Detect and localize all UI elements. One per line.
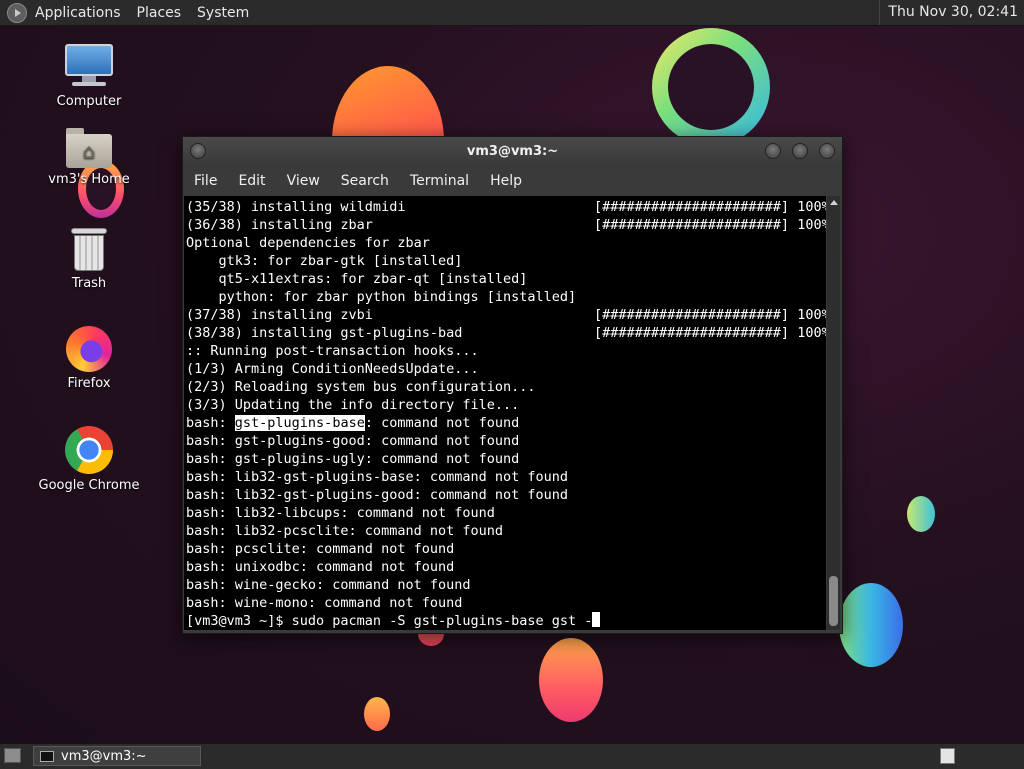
firefox-icon (66, 326, 112, 372)
minimize-icon[interactable] (765, 143, 781, 159)
terminal-line: bash: wine-mono: command not found (186, 595, 463, 611)
maximize-icon[interactable] (792, 143, 808, 159)
menu-help[interactable]: Help (490, 173, 522, 189)
terminal-line: bash: unixodbc: command not found (186, 559, 455, 575)
terminal-line: bash: pcsclite: command not found (186, 541, 455, 557)
wallpaper-small-blob (364, 697, 390, 731)
terminal-line: bash: lib32-libcups: command not found (186, 505, 495, 521)
menu-file[interactable]: File (194, 173, 217, 189)
desktop-icon-firefox[interactable]: Firefox (29, 326, 149, 391)
menu-system[interactable]: System (197, 5, 249, 21)
menu-places[interactable]: Places (137, 5, 182, 21)
taskbar-label: vm3@vm3:~ (61, 748, 147, 764)
computer-icon (64, 44, 114, 90)
wallpaper-ring-large (652, 28, 770, 146)
window-title: vm3@vm3:~ (466, 144, 559, 159)
menu-applications[interactable]: Applications (35, 5, 121, 21)
desktop-icon-label: Firefox (67, 376, 111, 391)
home-folder-icon: ⌂ (66, 128, 112, 168)
wallpaper-teal-blob (907, 496, 935, 532)
terminal-menubar: File Edit View Search Terminal Help (183, 167, 842, 195)
terminal-line: bash: lib32-gst-plugins-base: command no… (186, 469, 569, 485)
clock[interactable]: Thu Nov 30, 02:41 (879, 0, 1024, 25)
terminal-line: (1/3) Arming ConditionNeedsUpdate... (186, 361, 479, 377)
chrome-icon (65, 426, 113, 474)
terminal-line: bash: lib32-pcsclite: command not found (186, 523, 503, 539)
terminal-line: bash: gst-plugins-base: command not foun… (186, 414, 519, 432)
workspace-switcher[interactable] (940, 748, 955, 764)
terminal-line: (36/38) installing zbar (186, 217, 373, 233)
desktop-icon-trash[interactable]: Trash (29, 228, 149, 291)
command-prompt[interactable]: [vm3@vm3 ~]$ sudo pacman -S gst-plugins-… (186, 612, 601, 630)
wallpaper-blue-blob (839, 583, 903, 667)
menu-view[interactable]: View (287, 173, 320, 189)
terminal-line: bash: gst-plugins-ugly: command not foun… (186, 451, 520, 467)
terminal-scrollbar[interactable] (827, 196, 840, 630)
menu-search[interactable]: Search (341, 173, 389, 189)
progress-indicator: [######################] 100% (594, 199, 826, 215)
text-cursor (592, 612, 601, 627)
desktop-icon-label: Google Chrome (38, 478, 140, 493)
desktop-icon-chrome[interactable]: Google Chrome (29, 426, 149, 493)
progress-indicator: [######################] 100% (594, 307, 826, 323)
top-panel: Applications Places System Thu Nov 30, 0… (0, 0, 1024, 26)
terminal-line: (37/38) installing zvbi (186, 307, 373, 323)
scrollbar-thumb[interactable] (829, 576, 838, 626)
terminal-icon (40, 750, 54, 762)
desktop-icon-label: Trash (71, 276, 107, 291)
terminal-line: (35/38) installing wildmidi (186, 199, 406, 215)
wallpaper-pink-blob (539, 638, 603, 722)
prompt-text: [vm3@vm3 ~]$ sudo pacman -S gst-plugins-… (186, 613, 593, 629)
terminal-line-prefix: bash: (186, 415, 235, 431)
terminal-line: bash: gst-plugins-good: command not foun… (186, 433, 520, 449)
desktop-icon-label: Computer (56, 94, 122, 109)
terminal-line: bash: lib32-gst-plugins-good: command no… (186, 487, 569, 503)
taskbar-terminal-button[interactable]: vm3@vm3:~ (33, 746, 201, 766)
show-desktop-icon[interactable] (4, 748, 21, 763)
close-icon[interactable] (819, 143, 835, 159)
terminal-line: :: Running post-transaction hooks... (186, 343, 479, 359)
terminal-line: bash: wine-gecko: command not found (186, 577, 471, 593)
desktop-icon-label: vm3's Home (48, 172, 130, 187)
desktop-icon-computer[interactable]: Computer (29, 44, 149, 109)
progress-indicator: [######################] 100% (594, 217, 826, 233)
terminal-window: vm3@vm3:~ File Edit View Search Terminal… (182, 136, 843, 634)
terminal-line: (38/38) installing gst-plugins-bad (186, 325, 463, 341)
selected-text[interactable]: gst-plugins-base (234, 415, 365, 431)
terminal-output[interactable]: (35/38) installing wildmidi [############… (184, 196, 826, 630)
desktop-icon-home[interactable]: ⌂ vm3's Home (29, 128, 149, 187)
terminal-line: (3/3) Updating the info directory file..… (186, 397, 520, 413)
window-titlebar[interactable]: vm3@vm3:~ (183, 137, 842, 167)
menu-terminal[interactable]: Terminal (410, 173, 469, 189)
terminal-line: qt5-x11extras: for zbar-qt [installed] (186, 271, 528, 287)
menu-edit[interactable]: Edit (238, 173, 265, 189)
trash-icon (71, 228, 107, 272)
terminal-line: (2/3) Reloading system bus configuration… (186, 379, 536, 395)
bottom-panel: vm3@vm3:~ (0, 743, 1024, 769)
terminal-line: python: for zbar python bindings [instal… (186, 289, 577, 305)
distro-logo-icon[interactable] (7, 2, 27, 23)
scroll-up-icon[interactable] (830, 200, 838, 205)
terminal-line: Optional dependencies for zbar (186, 235, 430, 251)
progress-indicator: [######################] 100% (594, 325, 826, 341)
terminal-line: gtk3: for zbar-gtk [installed] (186, 253, 463, 269)
terminal-line-suffix: : command not found (364, 415, 520, 431)
